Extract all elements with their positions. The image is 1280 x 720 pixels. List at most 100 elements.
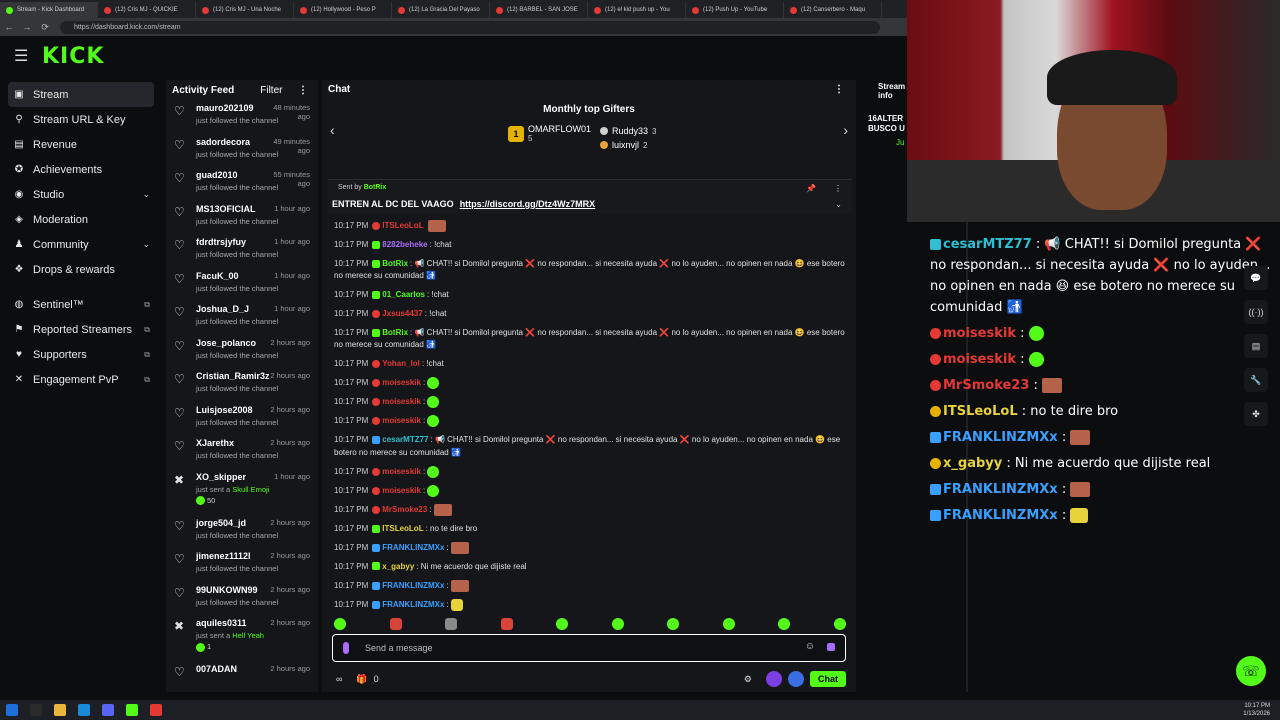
pinned-more-icon[interactable]: ⋮ <box>834 184 842 193</box>
browser-tab[interactable]: (12) La Gracia Del Payaso <box>392 2 490 18</box>
message-username[interactable]: 8282beheke <box>382 240 427 249</box>
bot-icon[interactable] <box>788 671 804 687</box>
browser-tab[interactable]: (12) Push Up - YouTube <box>686 2 784 18</box>
browser-tab[interactable]: (12) BARBEL - SAN JOSE <box>490 2 588 18</box>
discord-link[interactable]: https://discord.gg/Dtz4Wz7MRX <box>460 199 596 209</box>
sidebar-item[interactable]: ⚲ Stream URL & Key <box>0 107 162 132</box>
sidebar-external-item[interactable]: ♥ Supporters ⧉ <box>0 342 162 367</box>
message-username[interactable]: ITSLeoLoL <box>382 524 423 533</box>
message-username[interactable]: FRANKLINZMXx <box>382 543 444 552</box>
message-username[interactable]: MrSmoke23 <box>382 505 427 514</box>
activity-description: just followed the channel <box>196 598 318 607</box>
browser-tab[interactable]: (12) Cris MJ - Una Noche <box>196 2 294 18</box>
message-username[interactable]: 01_Caarlos <box>382 290 425 299</box>
quick-emote-icon[interactable] <box>556 618 569 630</box>
quick-emote-icon[interactable] <box>778 618 791 630</box>
chat-message-input[interactable] <box>365 641 785 655</box>
chevron-down-icon[interactable]: ⌄ <box>142 239 150 250</box>
quick-emote-icon[interactable] <box>611 618 624 630</box>
browser-tab[interactable]: (12) Hollywood - Peso P <box>294 2 392 18</box>
emoji-picker-icon[interactable]: ☺ <box>805 641 815 652</box>
message-username[interactable]: FRANKLINZMXx <box>382 581 444 590</box>
chat-send-button[interactable]: Chat <box>810 671 846 687</box>
sidebar-external-item[interactable]: ⚑ Reported Streamers ⧉ <box>0 317 162 342</box>
chat-bubble-icon[interactable]: 💬 <box>1244 266 1268 290</box>
taskview-icon[interactable] <box>30 704 42 716</box>
reload-icon[interactable]: ⟳ <box>36 22 54 33</box>
message-username[interactable]: x_gabyy <box>382 562 414 571</box>
browser-tab[interactable]: (12) Canserbero - Maqu <box>784 2 882 18</box>
tools-icon[interactable]: 🔧 <box>1244 368 1268 392</box>
pinned-text: ENTREN AL DC DEL VAAGO https://discord.gg… <box>332 199 595 209</box>
pinned-sender: Sent by BotRix <box>338 184 386 191</box>
message-username[interactable]: moiseskik <box>382 397 421 406</box>
discord-icon[interactable] <box>102 704 114 716</box>
sidebar-item[interactable]: ◉ Studio ⌄ <box>0 182 162 207</box>
more-options-icon[interactable]: ⋮ <box>298 85 308 96</box>
quick-emote-icon[interactable] <box>833 618 846 630</box>
pin-icon[interactable]: 📌 <box>806 184 816 193</box>
address-input[interactable]: https://dashboard.kick.com/stream <box>60 20 880 34</box>
chrome-icon[interactable] <box>78 704 90 716</box>
message-time: 10:17 PM <box>334 416 369 426</box>
message-username[interactable]: BotRix <box>382 259 408 268</box>
pinned-sender-name[interactable]: BotRix <box>364 184 387 191</box>
obs-icon[interactable] <box>150 704 162 716</box>
ttv-icon[interactable] <box>766 671 782 687</box>
external-link-icon[interactable]: ⧉ <box>144 300 150 310</box>
quick-emote-icon[interactable] <box>667 618 680 630</box>
gift-amount: 50 <box>207 495 216 505</box>
chevron-down-icon[interactable]: ⌄ <box>835 200 842 209</box>
browser-tab[interactable]: (12) Cris MJ - QUICKIE <box>98 2 196 18</box>
message-username[interactable]: ITSLeoLoL <box>382 221 423 230</box>
file-explorer-icon[interactable] <box>54 704 66 716</box>
sidebar-item[interactable]: ▣ Stream <box>8 82 154 107</box>
forward-icon[interactable]: → <box>18 22 36 32</box>
message-username[interactable]: moiseskik <box>382 486 421 495</box>
back-icon[interactable]: ← <box>0 22 18 32</box>
chevron-down-icon[interactable]: ⌄ <box>142 189 150 200</box>
mic-icon[interactable] <box>343 642 349 654</box>
gift-icon[interactable]: 🎁 <box>356 674 367 685</box>
settings-icon[interactable]: ⚙ <box>744 674 752 685</box>
kick-app-icon[interactable] <box>126 704 138 716</box>
message-username[interactable]: BotRix <box>382 328 408 337</box>
quick-emote-icon[interactable] <box>722 618 735 630</box>
sidebar-item[interactable]: ❖ Drops & rewards <box>0 257 162 282</box>
external-link-icon[interactable]: ⧉ <box>144 375 150 385</box>
message-username[interactable]: Yohan_lol <box>382 359 420 368</box>
sidebar-external-item[interactable]: ✕ Engagement PvP ⧉ <box>0 367 162 392</box>
overlay-chat-message: cesarMTZ77 : 📢 CHAT!! si Domilol pregunt… <box>930 234 1280 318</box>
message-username[interactable]: Jxsus4437 <box>382 309 422 318</box>
sidebar-item[interactable]: ▤ Revenue <box>0 132 162 157</box>
external-link-icon[interactable]: ⧉ <box>144 325 150 335</box>
layout-icon[interactable]: ▤ <box>1244 334 1268 358</box>
sidebar-external-item[interactable]: ◍ Sentinel™ ⧉ <box>0 292 162 317</box>
quick-emote-icon[interactable] <box>334 618 346 630</box>
puzzle-icon[interactable]: ✤ <box>1244 402 1268 426</box>
gifters-prev-icon[interactable]: ‹ <box>330 122 335 138</box>
help-chat-button[interactable]: ☏ <box>1236 656 1266 686</box>
message-username[interactable]: moiseskik <box>382 467 421 476</box>
message-username[interactable]: FRANKLINZMXx <box>382 600 444 609</box>
menu-icon[interactable]: ☰ <box>14 46 38 66</box>
sidebar-item[interactable]: ♟ Community ⌄ <box>0 232 162 257</box>
broadcast-icon[interactable]: ((·)) <box>1244 300 1268 324</box>
kick-logo[interactable]: KICK <box>42 44 104 69</box>
chat-options-icon[interactable]: ⋮ <box>834 84 844 95</box>
sidebar-item[interactable]: ◈ Moderation <box>0 207 162 232</box>
message-username[interactable]: moiseskik <box>382 378 421 387</box>
browser-tab[interactable]: (12) el kid push up - You <box>588 2 686 18</box>
quick-emote-icon[interactable] <box>500 618 513 630</box>
quick-emote-icon[interactable] <box>389 618 402 630</box>
message-username[interactable]: moiseskik <box>382 416 421 425</box>
external-link-icon[interactable]: ⧉ <box>144 350 150 360</box>
quick-emote-icon[interactable] <box>445 618 458 630</box>
browser-tab[interactable]: Stream - Kick Dashboard <box>0 2 98 18</box>
gifters-next-icon[interactable]: › <box>843 122 848 138</box>
filter-button[interactable]: Filter <box>260 85 282 96</box>
send-icon[interactable] <box>827 643 835 651</box>
sidebar-item[interactable]: ✪ Achievements <box>0 157 162 182</box>
windows-start-icon[interactable] <box>6 704 18 716</box>
message-username[interactable]: cesarMTZ77 <box>382 435 428 444</box>
